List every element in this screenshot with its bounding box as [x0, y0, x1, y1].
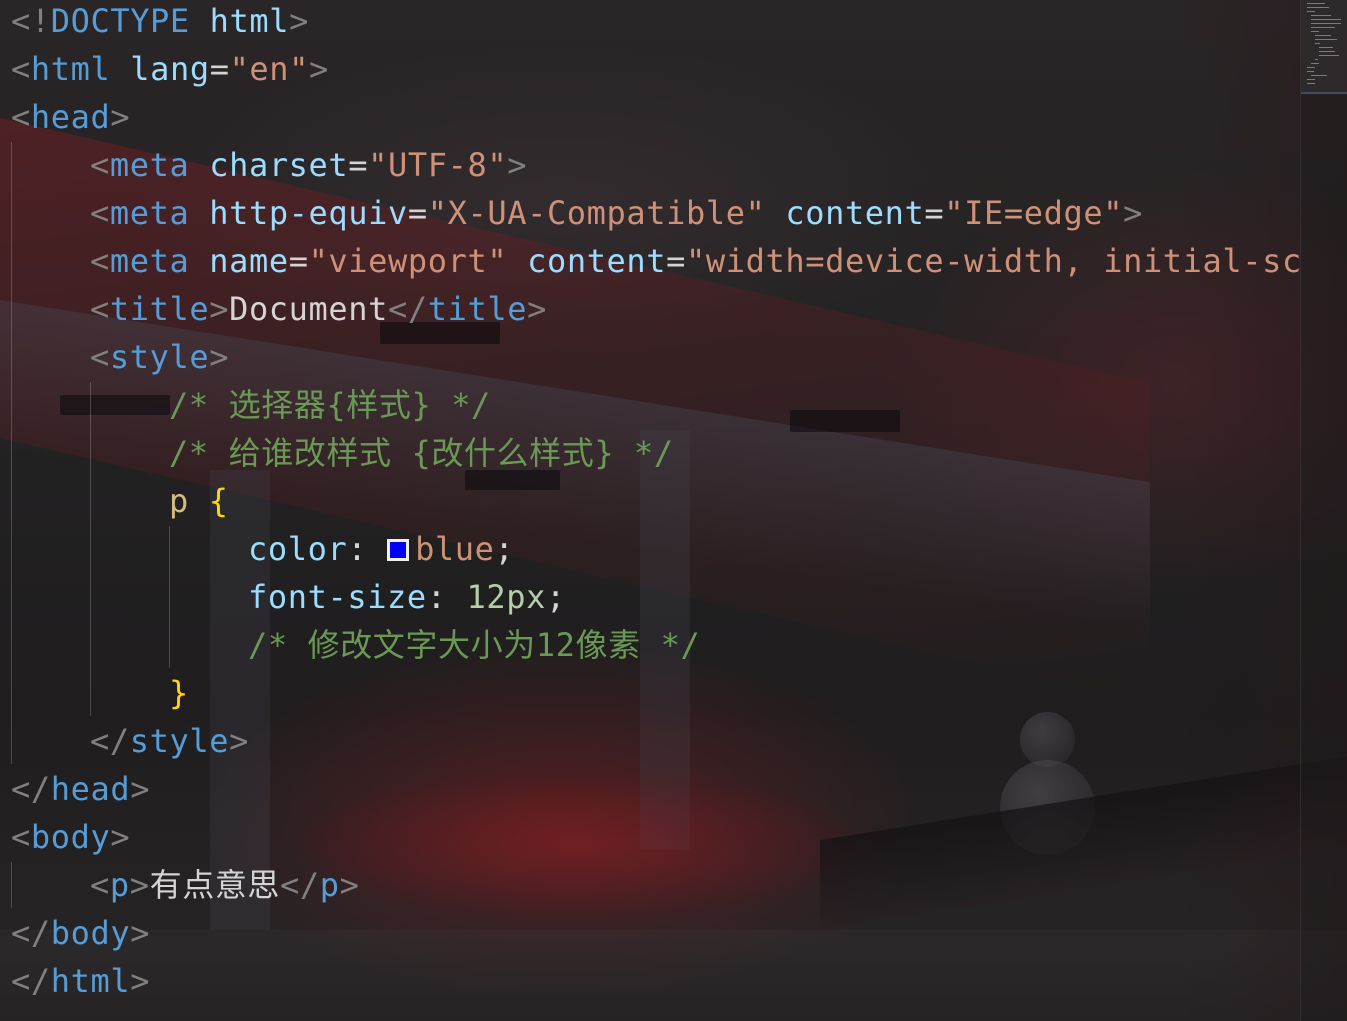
tag-name: p — [109, 866, 130, 904]
brace: { — [208, 482, 229, 520]
minimap-line — [1307, 83, 1315, 84]
css-value: blue — [415, 530, 495, 568]
attribute-value: "IE=edge" — [944, 194, 1124, 232]
code-line-close-brace: } — [169, 669, 189, 717]
code-line-html-close: </html> — [11, 962, 151, 1000]
minimap-line — [1307, 67, 1315, 68]
minimap-line — [1315, 59, 1318, 60]
minimap-line — [1311, 27, 1335, 28]
doctype-name: html — [209, 2, 290, 40]
indent-guide — [11, 142, 12, 764]
minimap-line — [1307, 71, 1314, 72]
tag-name: body — [50, 914, 131, 952]
css-value: 12px — [466, 578, 546, 616]
minimap-line — [1311, 19, 1341, 20]
tag-name: html — [50, 962, 131, 1000]
code-line-body-close: </body> — [11, 914, 151, 952]
code-line-meta-charset: <meta charset="UTF-8"> — [90, 146, 528, 184]
attribute-value: "X-UA-Compatible" — [427, 194, 766, 232]
attribute-name: lang — [130, 50, 210, 88]
minimap-line — [1319, 51, 1335, 52]
tag-name: p — [319, 866, 340, 904]
tag-name: head — [50, 770, 131, 808]
css-comment: /* 修改文字大小为12像素 */ — [248, 626, 701, 664]
code-line-title: <title>Document</title> — [90, 290, 547, 328]
paragraph-text: 有点意思 — [149, 866, 281, 904]
css-selector: p — [169, 482, 189, 520]
minimap-line — [1311, 31, 1319, 32]
tag-name: body — [30, 818, 111, 856]
code-line-comment: /* 给谁改样式 {改什么样式} */ — [169, 429, 674, 477]
attribute-name: content — [785, 194, 925, 232]
code-line-paragraph: <p>有点意思</p> — [90, 866, 360, 904]
tag-name: style — [109, 338, 210, 376]
code-line-color: color: blue; — [248, 530, 515, 568]
minimap-line — [1315, 35, 1331, 36]
code-line-body-open: <body> — [11, 818, 131, 856]
punctuation: <! — [11, 2, 51, 40]
indent-guide — [11, 862, 12, 908]
tag-name: meta — [109, 146, 190, 184]
css-property: font-size — [248, 578, 427, 616]
code-line-selector: p { — [169, 477, 229, 525]
minimap-line — [1311, 75, 1327, 76]
css-property: color — [248, 530, 348, 568]
code-line-font-size: font-size: 12px; — [248, 578, 566, 616]
code-line-head-open: <head> — [11, 98, 131, 136]
attribute-value: "UTF-8" — [368, 146, 508, 184]
code-line-style-close: </style> — [90, 722, 249, 760]
code-line-meta-viewport: <meta name="viewport" content="width=dev… — [90, 242, 1300, 280]
minimap-line — [1307, 11, 1315, 12]
attribute-name: name — [209, 242, 289, 280]
doctype-keyword: DOCTYPE — [50, 2, 190, 40]
attribute-name: http-equiv — [209, 194, 408, 232]
attribute-value: "viewport" — [308, 242, 508, 280]
css-comment: /* 选择器{样式} */ — [169, 386, 491, 424]
code-line-doctype: <!DOCTYPE html> — [11, 0, 309, 45]
minimap-line — [1319, 55, 1339, 56]
title-text: Document — [229, 290, 389, 328]
tag-name: meta — [109, 242, 190, 280]
minimap-line — [1319, 47, 1333, 48]
tag-name: meta — [109, 194, 190, 232]
minimap-line — [1315, 39, 1337, 40]
tag-name: title — [427, 290, 528, 328]
color-swatch-icon[interactable] — [387, 539, 410, 561]
minimap-line — [1311, 63, 1319, 64]
code-line-html-open: <html lang="en"> — [11, 50, 329, 88]
code-line-style-open: <style> — [90, 338, 230, 376]
code-line-meta-compat: <meta http-equiv="X-UA-Compatible" conte… — [90, 194, 1143, 232]
code-line-comment: /* 选择器{样式} */ — [169, 381, 491, 429]
code-editor[interactable]: <!DOCTYPE html> <html lang="en"> <head> … — [0, 0, 1347, 1021]
punctuation: < — [11, 50, 31, 88]
minimap-line — [1311, 23, 1341, 24]
attribute-name: charset — [209, 146, 349, 184]
punctuation: > — [309, 50, 329, 88]
minimap-line — [1315, 43, 1320, 44]
tag-name: head — [30, 98, 111, 136]
minimap-line — [1307, 3, 1325, 4]
attribute-name: content — [527, 242, 667, 280]
tag-name: style — [129, 722, 230, 760]
code-line-head-close: </head> — [11, 770, 151, 808]
tag-name: title — [109, 290, 210, 328]
tag-name: html — [30, 50, 111, 88]
indent-guide — [169, 526, 170, 668]
code-line-comment: /* 修改文字大小为12像素 */ — [248, 621, 700, 669]
minimap-line — [1307, 7, 1329, 8]
punctuation: > — [289, 2, 310, 40]
css-comment: /* 给谁改样式 {改什么样式} */ — [169, 434, 674, 472]
minimap-line — [1307, 79, 1315, 80]
brace: } — [169, 674, 189, 712]
indent-guide — [90, 382, 91, 716]
attribute-value: "en" — [229, 50, 310, 88]
code-area[interactable]: <!DOCTYPE html> <html lang="en"> <head> … — [0, 0, 1300, 1021]
minimap-line — [1311, 15, 1331, 16]
attribute-value: "width=device-width, initial-sc — [686, 242, 1300, 280]
minimap[interactable] — [1300, 0, 1347, 1021]
